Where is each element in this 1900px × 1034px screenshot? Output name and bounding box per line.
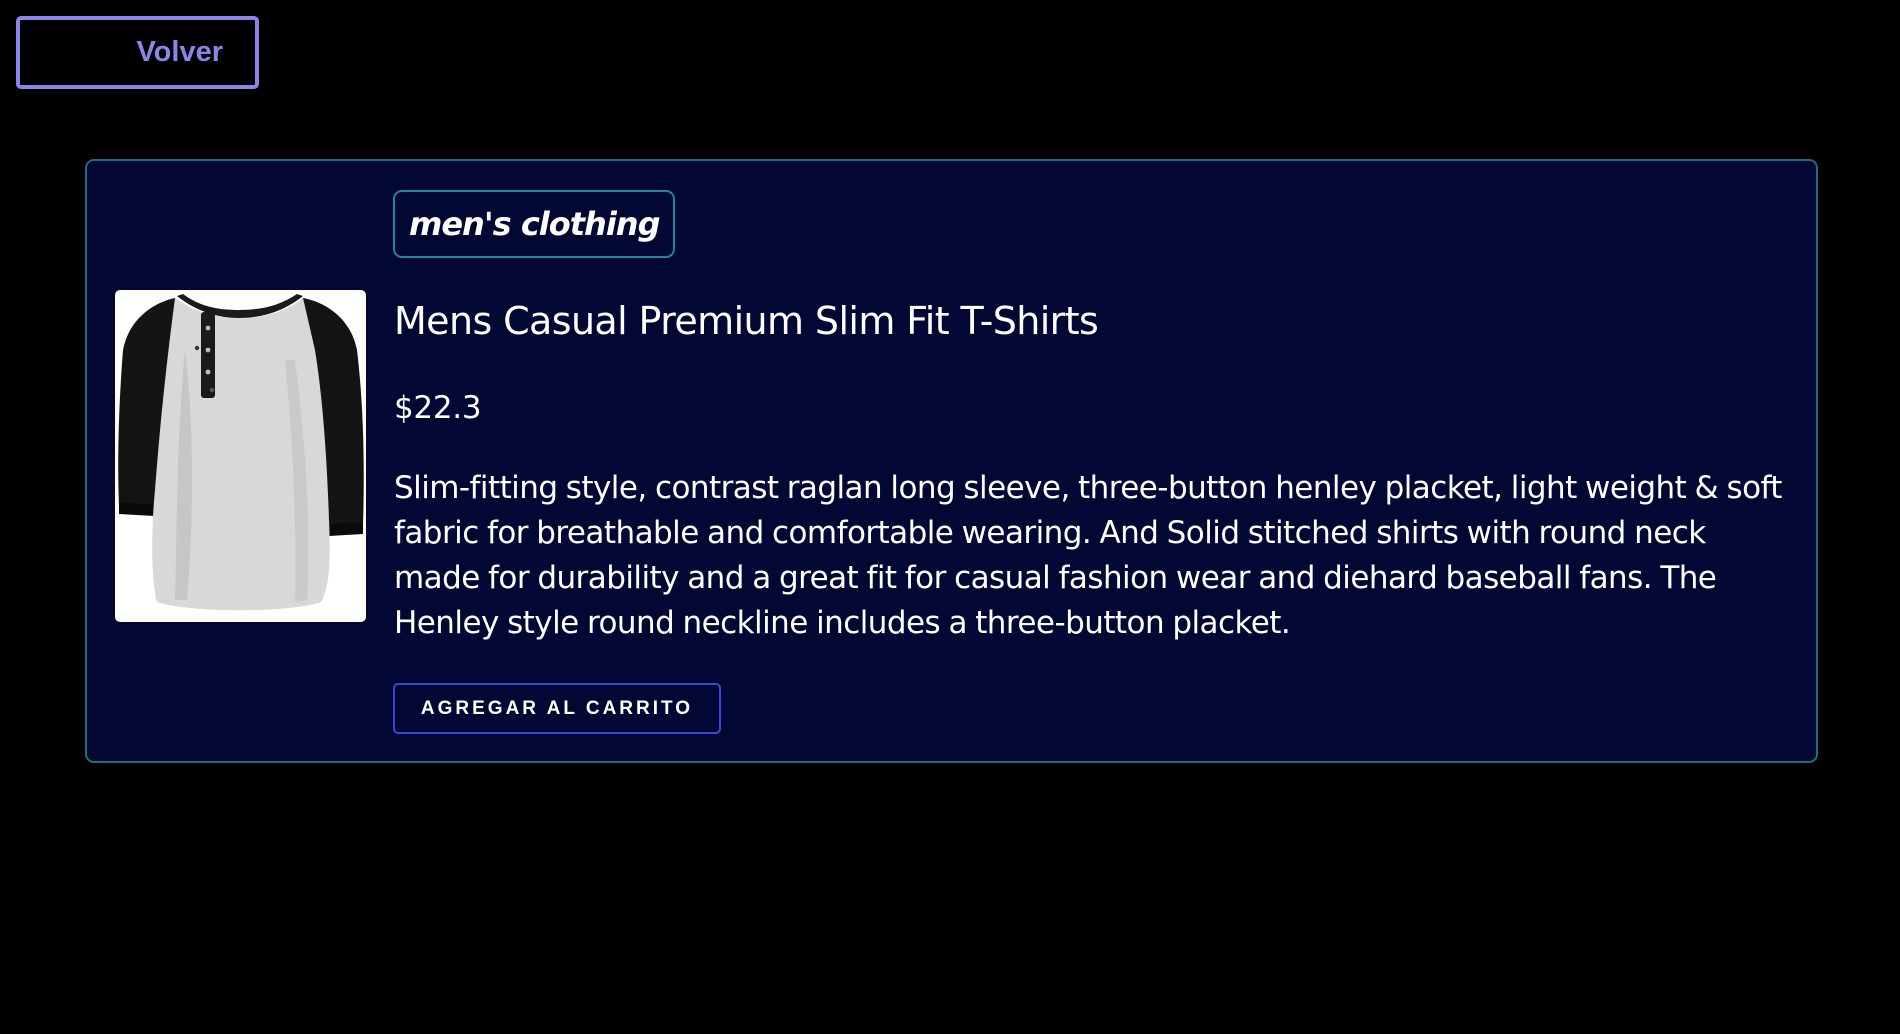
back-button[interactable]: Volver	[16, 16, 259, 89]
shirt-image	[118, 294, 364, 611]
add-to-cart-label: AGREGAR AL CARRITO	[420, 697, 694, 719]
back-button-label: Volver	[136, 36, 223, 68]
product-price: $22.3	[394, 390, 482, 426]
product-title: Mens Casual Premium Slim Fit T-Shirts	[394, 299, 1099, 343]
product-card: men's clothing Mens Casual Premium Slim …	[85, 159, 1818, 763]
add-to-cart-button[interactable]: AGREGAR AL CARRITO	[393, 683, 721, 734]
category-badge: men's clothing	[393, 190, 676, 258]
product-image	[115, 290, 366, 622]
product-description: Slim-fitting style, contrast raglan long…	[394, 470, 1782, 641]
category-label: men's clothing	[409, 205, 660, 243]
